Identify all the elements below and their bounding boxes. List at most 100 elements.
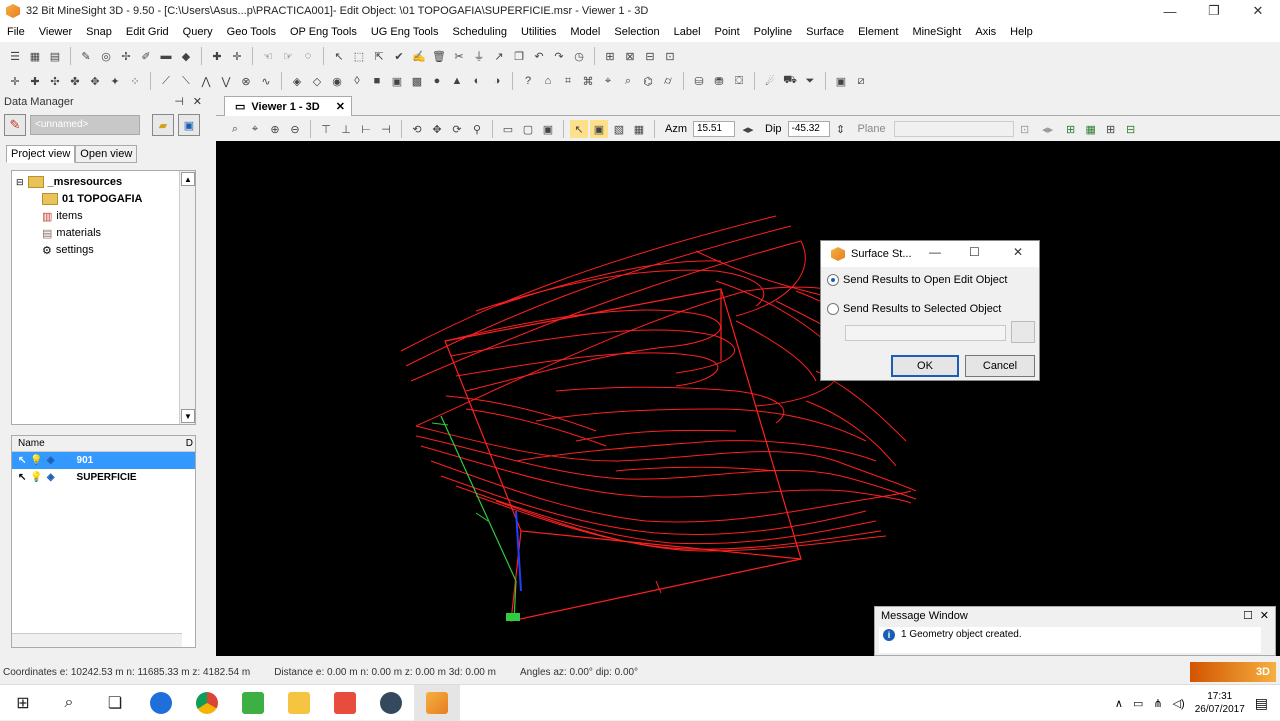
snap-grid-icon[interactable]: ▣ [590, 120, 608, 138]
grid-delete-tool-icon[interactable]: ⊠ [621, 47, 639, 65]
menu-surface[interactable]: Surface [799, 22, 851, 42]
plane-table-icon[interactable]: ⊞ [1102, 120, 1120, 138]
tree-node-msresources[interactable]: ⊟ _msresources [16, 174, 122, 190]
folder-tool-icon[interactable]: ▤ [46, 47, 64, 65]
solid-edit-tool-icon[interactable]: ▣ [388, 72, 406, 90]
column-extra-header[interactable]: D [186, 436, 193, 452]
plane-input[interactable] [893, 121, 1014, 137]
recorder-app-icon[interactable] [322, 685, 368, 721]
select-hand-tool-icon[interactable]: ☜ [259, 47, 277, 65]
azimuth-input[interactable]: 15.51 [693, 121, 735, 137]
browse-object-button[interactable] [1011, 321, 1035, 343]
dialog-close-button[interactable]: ✕ [1013, 245, 1023, 259]
tree-scrollbar[interactable]: ▲ ▼ [179, 171, 195, 424]
point-snap-tool-icon[interactable]: ✦ [106, 72, 124, 90]
minesight-taskbar-icon[interactable] [414, 684, 460, 721]
tree-node-materials[interactable]: ▤ materials [42, 225, 101, 241]
solid-tool-icon[interactable]: ■ [368, 72, 386, 90]
polyline-close-tool-icon[interactable]: ⊗ [237, 72, 255, 90]
zoom-out-icon[interactable]: ⊖ [286, 120, 304, 138]
dialog-maximize-button[interactable]: ☐ [969, 245, 980, 259]
polyline-join-tool-icon[interactable]: ⋁ [217, 72, 235, 90]
edit-object-icon[interactable]: ✎ [4, 114, 26, 136]
volume-tool-icon[interactable]: ⌭ [659, 72, 677, 90]
orbit-icon[interactable]: ⟳ [448, 120, 466, 138]
bulb-icon[interactable]: 💡 [30, 455, 42, 466]
restore-icon[interactable]: ☐ [1243, 607, 1253, 625]
camtasia-icon[interactable] [230, 685, 276, 721]
view-2d-icon[interactable]: ▢ [519, 120, 537, 138]
menu-element[interactable]: Element [851, 22, 905, 42]
view-side-icon[interactable]: ⊢ [357, 120, 375, 138]
save-icon[interactable]: ▣ [178, 114, 200, 136]
battery-icon[interactable]: ▭ [1133, 697, 1143, 710]
zoom-extents-icon[interactable]: ⌕ [226, 120, 244, 138]
bulb-icon[interactable]: 💡 [30, 472, 42, 483]
polyline-edit-tool-icon[interactable]: ⟍ [177, 72, 195, 90]
select-add-tool-icon[interactable]: ☞ [279, 47, 297, 65]
list-h-scrollbar[interactable] [12, 633, 182, 647]
pointer-tool-icon[interactable]: ↖ [330, 47, 348, 65]
box-select-tool-icon[interactable]: ⬚ [350, 47, 368, 65]
move-point-tool-icon[interactable]: ✛ [228, 47, 246, 65]
menu-ug-eng-tools[interactable]: UG Eng Tools [364, 22, 446, 42]
pointer-plus-tool-icon[interactable]: ⇱ [370, 47, 388, 65]
edit-tool-icon[interactable]: ✐ [137, 47, 155, 65]
menu-label[interactable]: Label [667, 22, 708, 42]
edge-browser-icon[interactable] [138, 685, 184, 721]
surface-cut-tool-icon[interactable]: ◊ [348, 72, 366, 90]
selected-object-field[interactable] [845, 325, 1006, 341]
truck-tool-icon[interactable]: ⛟ [781, 72, 799, 90]
surface-mesh-tool-icon[interactable]: ◉ [328, 72, 346, 90]
point-grid-tool-icon[interactable]: ⁘ [126, 72, 144, 90]
volume-icon[interactable]: ◁) [1173, 697, 1185, 710]
cancel-button[interactable]: Cancel [965, 355, 1035, 377]
zoom-in-icon[interactable]: ⊕ [266, 120, 284, 138]
option-selected-object[interactable]: Send Results to Selected Object [827, 303, 1001, 315]
eraser-tool-icon[interactable]: ◆ [177, 47, 195, 65]
compass-tool-icon[interactable]: ✢ [117, 47, 135, 65]
label-move-tool-icon[interactable]: ⌘ [579, 72, 597, 90]
list-item-superficie[interactable]: ↖ 💡 ◈ SUPERFICIE [12, 469, 195, 486]
redo-tool-icon[interactable]: ↷ [550, 47, 568, 65]
element-tool-icon[interactable]: ◐ [468, 72, 486, 90]
properties-tool-icon[interactable]: ☰ [6, 47, 24, 65]
filter-tool-icon[interactable]: ⏚ [470, 47, 488, 65]
close-icon[interactable]: ✕ [1260, 607, 1269, 625]
ruler-tool-icon[interactable]: ▬ [157, 47, 175, 65]
tree-node-topografia[interactable]: 01 TOPOGAFIA [42, 191, 142, 207]
close-window-button[interactable]: ✕ [1236, 0, 1280, 22]
cut-plane-tool-icon[interactable]: ⧄ [852, 72, 870, 90]
pit-expand-tool-icon[interactable]: ⛃ [710, 72, 728, 90]
history-tool-icon[interactable]: ◷ [570, 47, 588, 65]
tree-node-items[interactable]: ▥ items [42, 208, 83, 224]
scroll-down-icon[interactable]: ▼ [181, 409, 195, 423]
point-delete-tool-icon[interactable]: ✤ [66, 72, 84, 90]
save-view-tool-icon[interactable]: ▣ [832, 72, 850, 90]
polyline-split-tool-icon[interactable]: ⋀ [197, 72, 215, 90]
chrome-browser-icon[interactable] [184, 685, 230, 721]
select-lasso-tool-icon[interactable]: ◌ [299, 47, 317, 65]
funnel-tool-icon[interactable]: ⏷ [801, 72, 819, 90]
menu-edit-grid[interactable]: Edit Grid [119, 22, 176, 42]
label-edit-tool-icon[interactable]: ⌗ [559, 72, 577, 90]
radio-open-edit-object[interactable] [827, 274, 839, 286]
rotate-icon[interactable]: ⟲ [408, 120, 426, 138]
view-top-icon[interactable]: ⊤ [317, 120, 335, 138]
object-name-field[interactable]: <unnamed> [30, 115, 140, 135]
measure-tool-icon[interactable]: ⌕ [619, 72, 637, 90]
surface-tool-icon[interactable]: ◈ [288, 72, 306, 90]
point-insert-tool-icon[interactable]: ✚ [26, 72, 44, 90]
grid-display-icon[interactable]: ▦ [630, 120, 648, 138]
plane-move-icon[interactable]: ⊟ [1122, 120, 1140, 138]
menu-scheduling[interactable]: Scheduling [446, 22, 514, 42]
area-tool-icon[interactable]: ⌬ [639, 72, 657, 90]
pin-icon[interactable]: ⊣ [174, 94, 184, 110]
plane-step-icon[interactable]: ◂▸ [1036, 120, 1060, 138]
delete-tool-icon[interactable]: 🗑 [430, 47, 448, 65]
minimize-button[interactable]: — [1148, 0, 1192, 22]
plane-grid-icon[interactable]: ▦ [1082, 120, 1100, 138]
list-item-901[interactable]: ↖ 💡 ◈ 901 [12, 452, 195, 469]
copy-tool-icon[interactable]: ❐ [510, 47, 528, 65]
close-panel-icon[interactable]: ✕ [193, 94, 202, 110]
